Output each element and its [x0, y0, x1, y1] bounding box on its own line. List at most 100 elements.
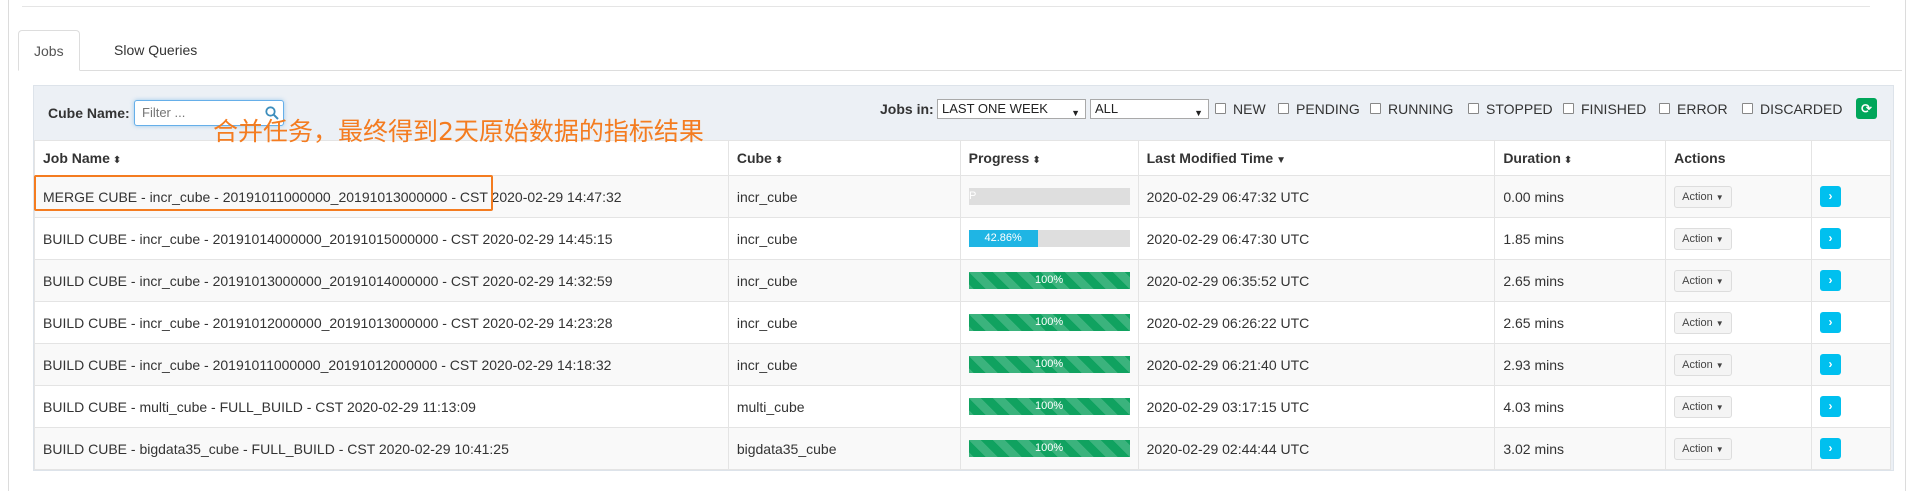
action-dropdown-button[interactable]: Action ▼ — [1674, 311, 1732, 334]
info-cell: › — [1811, 175, 1891, 218]
tab-slow-queries[interactable]: Slow Queries — [99, 30, 212, 70]
caret-down-icon: ▼ — [1715, 402, 1724, 412]
caret-down-icon: ▼ — [1715, 276, 1724, 286]
job-name-cell[interactable]: BUILD CUBE - incr_cube - 20191012000000_… — [34, 301, 729, 344]
col-label: Cube — [736, 150, 772, 166]
job-name-cell[interactable]: BUILD CUBE - bigdata35_cube - FULL_BUILD… — [34, 427, 729, 470]
actions-cell: Action ▼ — [1665, 343, 1813, 386]
table-row: BUILD CUBE - incr_cube - 20191011000000_… — [34, 343, 1891, 386]
action-dropdown-button[interactable]: Action ▼ — [1674, 227, 1732, 250]
progress-fill: 100% — [968, 272, 1130, 289]
action-dropdown-button[interactable]: Action ▼ — [1674, 269, 1732, 292]
caret-down-icon: ▼ — [1715, 234, 1724, 244]
progress-bar: 100% — [968, 398, 1130, 415]
actions-cell: Action ▼ — [1665, 427, 1813, 470]
chevron-right-icon[interactable]: › — [1820, 186, 1842, 207]
checkbox-stopped[interactable] — [1468, 103, 1479, 114]
cube-name-label: Cube Name: — [48, 105, 130, 121]
table-row: BUILD CUBE - incr_cube - 20191014000000_… — [34, 217, 1891, 260]
checkbox-running[interactable] — [1370, 103, 1381, 114]
col-label: Last Modified Time — [1146, 150, 1274, 166]
col-progress-header[interactable]: Progress ⬍ — [959, 140, 1139, 176]
chevron-right-icon[interactable]: › — [1820, 354, 1842, 375]
progress-bar: P — [968, 188, 1130, 205]
table-row: BUILD CUBE - multi_cube - FULL_BUILD - C… — [34, 385, 1891, 428]
progress-cell: 100% — [959, 385, 1139, 428]
actions-cell: Action ▼ — [1665, 217, 1813, 260]
job-name-cell[interactable]: MERGE CUBE - incr_cube - 20191011000000_… — [34, 175, 729, 218]
action-dropdown-button[interactable]: Action ▼ — [1674, 185, 1732, 208]
caret-down-icon: ▼ — [1715, 318, 1724, 328]
status-new-label: NEW — [1233, 101, 1266, 117]
col-info-header — [1811, 140, 1891, 176]
table-row: BUILD CUBE - bigdata35_cube - FULL_BUILD… — [34, 427, 1891, 470]
caret-down-icon: ▼ — [1715, 360, 1724, 370]
checkbox-pending[interactable] — [1278, 103, 1289, 114]
job-name-cell[interactable]: BUILD CUBE - incr_cube - 20191014000000_… — [34, 217, 729, 260]
action-label: Action — [1682, 316, 1713, 329]
progress-cell: 100% — [959, 427, 1139, 470]
action-label: Action — [1682, 358, 1713, 371]
checkbox-new[interactable] — [1215, 103, 1226, 114]
info-cell: › — [1811, 259, 1891, 302]
left-border — [8, 0, 9, 491]
action-label: Action — [1682, 274, 1713, 287]
duration-cell: 4.03 mins — [1494, 385, 1667, 428]
last-modified-cell: 2020-02-29 06:26:22 UTC — [1137, 301, 1496, 344]
refresh-icon: ⟳ — [1861, 101, 1872, 116]
tab-jobs[interactable]: Jobs — [18, 30, 80, 71]
progress-bar: 100% — [968, 356, 1130, 373]
refresh-button[interactable]: ⟳ — [1856, 98, 1877, 119]
jobs-table: Job Name ⬍ Cube ⬍ Progress ⬍ Last Modified … — [34, 140, 1891, 470]
progress-cell: 100% — [959, 343, 1139, 386]
actions-cell: Action ▼ — [1665, 385, 1813, 428]
duration-cell: 3.02 mins — [1494, 427, 1667, 470]
col-cube-header[interactable]: Cube ⬍ — [727, 140, 961, 176]
actions-cell: Action ▼ — [1665, 259, 1813, 302]
duration-cell: 2.65 mins — [1494, 301, 1667, 344]
progress-fill: 100% — [968, 356, 1130, 373]
chevron-right-icon[interactable]: › — [1820, 228, 1842, 249]
checkbox-discarded[interactable] — [1742, 103, 1753, 114]
cube-cell: incr_cube — [727, 217, 961, 260]
status-finished-label: FINISHED — [1581, 101, 1647, 117]
action-dropdown-button[interactable]: Action ▼ — [1674, 437, 1732, 460]
sort-icon: ⬍ — [1563, 155, 1573, 166]
duration-cell: 0.00 mins — [1494, 175, 1667, 218]
progress-bar: 42.86% — [968, 230, 1130, 247]
progress-fill: 42.86% — [968, 230, 1038, 247]
col-duration-header[interactable]: Duration ⬍ — [1494, 140, 1667, 176]
time-range-select[interactable]: LAST ONE WEEK ▼ — [937, 99, 1086, 119]
cube-cell: bigdata35_cube — [727, 427, 961, 470]
sort-icon: ⬍ — [774, 155, 784, 166]
job-name-cell[interactable]: BUILD CUBE - incr_cube - 20191013000000_… — [34, 259, 729, 302]
status-discarded-label: DISCARDED — [1760, 101, 1843, 117]
status-error-label: ERROR — [1677, 101, 1728, 117]
info-cell: › — [1811, 301, 1891, 344]
chevron-right-icon[interactable]: › — [1820, 396, 1842, 417]
job-name-cell[interactable]: BUILD CUBE - incr_cube - 20191011000000_… — [34, 343, 729, 386]
checkbox-error[interactable] — [1659, 103, 1670, 114]
info-cell: › — [1811, 427, 1891, 470]
checkbox-finished[interactable] — [1563, 103, 1574, 114]
table-row: MERGE CUBE - incr_cube - 20191011000000_… — [34, 175, 1891, 218]
info-cell: › — [1811, 217, 1891, 260]
chevron-down-icon: ▼ — [1194, 108, 1203, 118]
right-border — [1905, 0, 1906, 491]
progress-bar: 100% — [968, 440, 1130, 457]
project-select[interactable]: ALL ▼ — [1090, 99, 1209, 119]
col-label: Duration — [1503, 150, 1561, 166]
col-last-modified-header[interactable]: Last Modified Time ▼ — [1137, 140, 1496, 176]
action-dropdown-button[interactable]: Action ▼ — [1674, 353, 1732, 376]
chevron-right-icon[interactable]: › — [1820, 438, 1842, 459]
action-dropdown-button[interactable]: Action ▼ — [1674, 395, 1732, 418]
progress-bar: 100% — [968, 272, 1130, 289]
caret-down-icon: ▼ — [1715, 192, 1724, 202]
status-running-label: RUNNING — [1388, 101, 1454, 117]
chevron-right-icon[interactable]: › — [1820, 270, 1842, 291]
actions-cell: Action ▼ — [1665, 301, 1813, 344]
actions-cell: Action ▼ — [1665, 175, 1813, 218]
jobs-in-label: Jobs in: — [880, 101, 934, 117]
job-name-cell[interactable]: BUILD CUBE - multi_cube - FULL_BUILD - C… — [34, 385, 729, 428]
chevron-right-icon[interactable]: › — [1820, 312, 1842, 333]
